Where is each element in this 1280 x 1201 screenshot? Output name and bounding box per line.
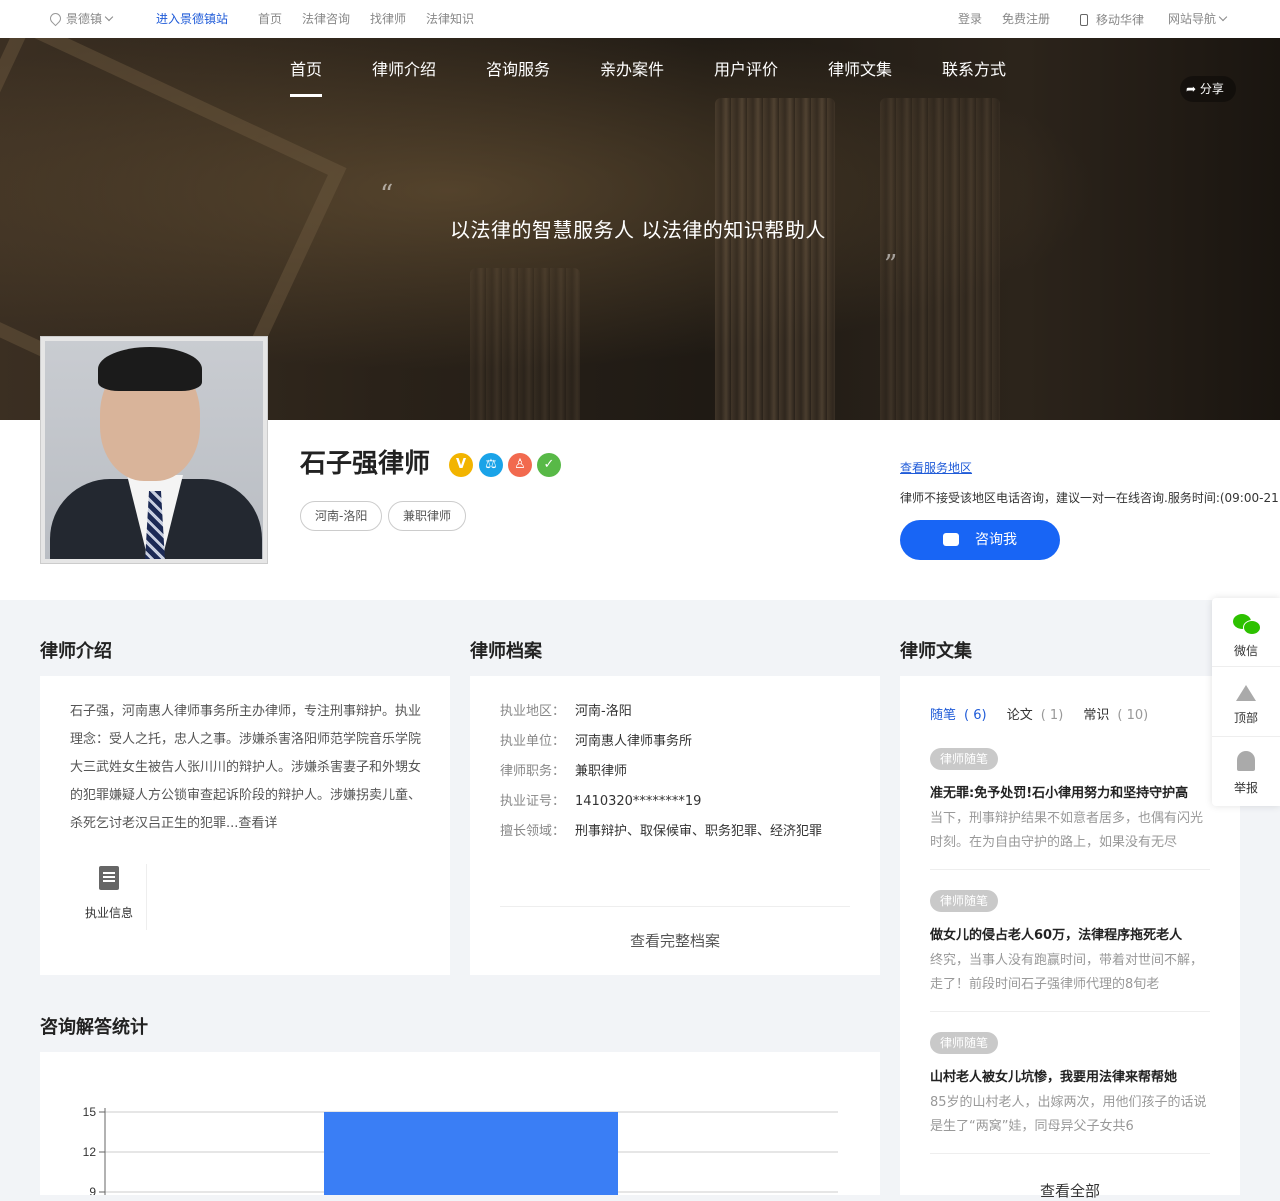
divider — [500, 906, 850, 907]
role-tag: 兼职律师 — [388, 501, 467, 531]
tab-papers[interactable]: 论文( 1) — [1007, 708, 1072, 723]
article-title[interactable]: 山村老人被女儿坑惨，我要用法律来帮帮她 — [930, 1066, 1210, 1085]
location-pin-icon — [47, 10, 64, 27]
quote-close-mark: ” — [884, 250, 898, 280]
stats-chart-card: 15 12 9 — [40, 1052, 880, 1195]
chart-bar[interactable] — [324, 1112, 618, 1195]
top-link-home[interactable]: 首页 — [258, 12, 282, 26]
view-full-archive-link[interactable]: 查看完整档案 — [470, 930, 880, 951]
document-icon — [99, 866, 119, 890]
article-desc: 终究，当事人没有跑赢时间，带着对世间不解，走了！前段时间石子强律师代理的8旬老 — [930, 953, 1204, 992]
main-nav: 首页 律师介绍 咨询服务 亲办案件 用户评价 律师文集 联系方式 ➦ 分享 — [0, 59, 1280, 102]
article-tag: 律师随笔 — [930, 748, 999, 770]
article-desc: 当下，刑事辩护结果不如意者居多，也偶有闪光时刻。在为自由守护的路上，如果没有无尽 — [930, 811, 1204, 850]
archive-row: 擅长领域： 刑事辩护、取保候审、职务犯罪、经济犯罪 — [500, 824, 823, 839]
stats-heading: 咨询解答统计 — [40, 1017, 148, 1038]
arrow-up-icon — [1236, 685, 1256, 701]
article-tag: 律师随笔 — [930, 890, 999, 912]
chart-y-tick-label: 12 — [83, 1145, 97, 1159]
divider — [1212, 736, 1280, 737]
share-button[interactable]: ➦ 分享 — [1180, 76, 1236, 102]
certificate-icon[interactable]: ✓ — [537, 453, 561, 477]
chevron-down-icon — [104, 12, 114, 22]
scales-icon[interactable]: ⚖ — [479, 453, 503, 477]
mobile-link[interactable]: 移动华律 — [1080, 12, 1144, 27]
archive-row: 执业单位： 河南惠人律师事务所 — [500, 734, 693, 749]
quote-open-mark: “ — [380, 180, 394, 210]
floating-toolbar: 微信 顶部 举报 — [1212, 598, 1280, 806]
hero-column — [880, 98, 1000, 420]
article-tag: 律师随笔 — [930, 1032, 999, 1054]
consult-notice: 律师不接受该地区电话咨询，建议一对一在线咨询.服务时间:(09:00-21:5 — [900, 491, 1280, 505]
collection-card: 随笔( 6) 论文( 1) 常识( 10) 律师随笔 准无罪:免予处罚!石小律用… — [900, 676, 1240, 1200]
chat-icon — [943, 533, 959, 546]
article-desc: 85岁的山村老人，出嫁两次，用他们孩子的话说是生了“两窝”娃，同母异父子女共6 — [930, 1095, 1207, 1134]
hero-column — [470, 268, 580, 420]
hero-slogan: 以法律的智慧服务人 以法律的知识帮助人 — [450, 218, 826, 242]
wechat-button[interactable]: 微信 — [1212, 614, 1280, 659]
divider — [146, 864, 147, 930]
nav-item-cases[interactable]: 亲办案件 — [600, 59, 664, 81]
stats-chart: 15 12 9 — [83, 1105, 838, 1195]
nav-item-consult[interactable]: 咨询服务 — [486, 59, 550, 81]
top-link-find-lawyer[interactable]: 找律师 — [370, 12, 406, 26]
top-bar: 景德镇 进入景德镇站 首页 法律咨询 找律师 法律知识 登录 免费注册 移动华律… — [0, 0, 1280, 38]
lawyer-name: 石子强律师 — [300, 449, 431, 479]
person-icon[interactable]: ♙ — [508, 453, 532, 477]
wechat-icon — [1233, 614, 1261, 635]
intro-card: 石子强，河南惠人律师事务所主办律师，专注刑事辩护。执业理念：受人之托，忠人之事。… — [40, 676, 450, 975]
verified-icon[interactable]: V — [449, 453, 473, 477]
divider — [930, 1153, 1210, 1154]
chevron-down-icon — [1218, 12, 1228, 22]
back-to-top-button[interactable]: 顶部 — [1212, 685, 1280, 726]
service-area-link[interactable]: 查看服务地区 — [900, 459, 972, 476]
divider — [930, 1011, 1210, 1012]
consult-button[interactable]: 咨询我 — [900, 520, 1060, 560]
article-title[interactable]: 准无罪:免予处罚!石小律用努力和坚持守护高 — [930, 782, 1210, 801]
article-title[interactable]: 做女儿的侵占老人60万，法律程序拖死老人 — [930, 924, 1210, 943]
practice-info-button[interactable]: 执业信息 — [70, 866, 148, 921]
site-nav-dropdown[interactable]: 网站导航 — [1168, 12, 1228, 26]
tab-essays[interactable]: 随笔( 6) — [930, 708, 995, 723]
location-selector[interactable]: 景德镇 — [47, 10, 114, 27]
nav-active-indicator — [290, 94, 322, 97]
archive-card: 执业地区： 河南-洛阳 执业单位： 河南惠人律师事务所 律师职务： 兼职律师 执业证号… — [470, 676, 880, 975]
nav-item-home[interactable]: 首页 — [290, 59, 322, 81]
chart-y-tick-label: 15 — [83, 1105, 97, 1119]
view-all-articles-link[interactable]: 查看全部 — [900, 1180, 1240, 1201]
region-tag: 河南-洛阳 — [300, 501, 383, 531]
collection-heading: 律师文集 — [900, 641, 972, 662]
share-icon: ➦ — [1186, 82, 1197, 96]
archive-heading: 律师档案 — [470, 641, 542, 662]
article-item[interactable]: 律师随笔 山村老人被女儿坑惨，我要用法律来帮帮她 85岁的山村老人，出嫁两次，用… — [930, 1032, 1210, 1154]
divider — [930, 869, 1210, 870]
nav-item-contact[interactable]: 联系方式 — [942, 59, 1006, 81]
archive-row: 执业证号： 1410320********19 — [500, 794, 702, 809]
archive-row: 律师职务： 兼职律师 — [500, 764, 628, 779]
intro-heading: 律师介绍 — [40, 641, 112, 662]
phone-icon — [1080, 14, 1088, 26]
top-link-consult[interactable]: 法律咨询 — [302, 12, 350, 26]
report-button[interactable]: 举报 — [1212, 751, 1280, 796]
login-link[interactable]: 登录 — [958, 12, 982, 26]
enter-site-link[interactable]: 进入景德镇站 — [156, 12, 228, 26]
nav-item-articles[interactable]: 律师文集 — [828, 59, 892, 81]
alarm-icon — [1237, 751, 1255, 771]
divider — [1212, 666, 1280, 667]
archive-row: 执业地区： 河南-洛阳 — [500, 704, 632, 719]
article-item[interactable]: 律师随笔 做女儿的侵占老人60万，法律程序拖死老人 终究，当事人没有跑赢时间，带… — [930, 890, 1210, 1012]
nav-item-reviews[interactable]: 用户评价 — [714, 59, 778, 81]
intro-text[interactable]: 石子强，河南惠人律师事务所主办律师，专注刑事辩护。执业理念：受人之托，忠人之事。… — [70, 698, 422, 838]
tab-knowledge[interactable]: 常识( 10) — [1083, 708, 1156, 723]
chart-y-tick-label: 9 — [89, 1185, 96, 1195]
article-item[interactable]: 律师随笔 准无罪:免予处罚!石小律用努力和坚持守护高 当下，刑事辩护结果不如意者… — [930, 748, 1210, 870]
collection-tabs: 随笔( 6) 论文( 1) 常识( 10) — [930, 704, 1164, 723]
hero-column — [715, 98, 835, 420]
top-link-knowledge[interactable]: 法律知识 — [426, 12, 474, 26]
register-link[interactable]: 免费注册 — [1002, 12, 1050, 26]
nav-item-intro[interactable]: 律师介绍 — [372, 59, 436, 81]
lawyer-photo — [40, 336, 268, 564]
